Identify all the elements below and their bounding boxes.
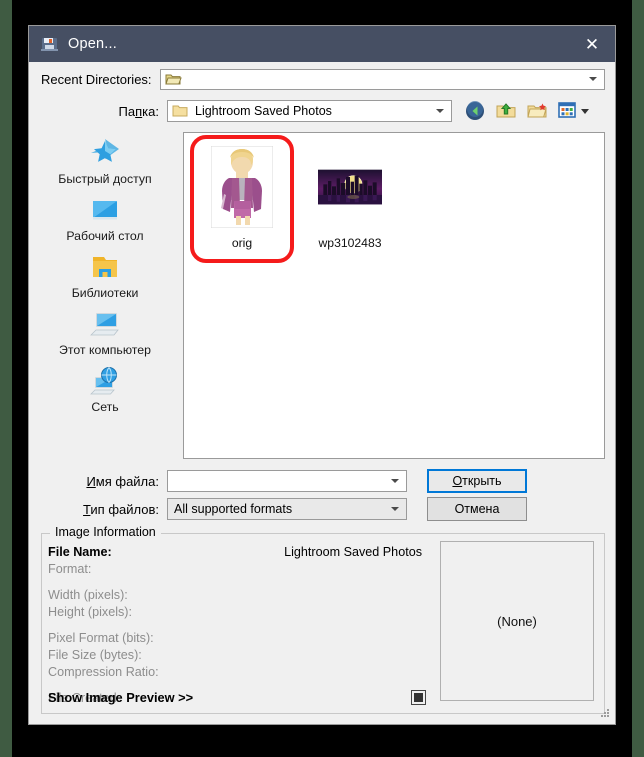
place-item-quick-access[interactable]: Быстрый доступ (46, 134, 164, 189)
info-row-height: Height (pixels): (48, 604, 132, 619)
preview-checkbox[interactable] (411, 690, 426, 705)
info-row-width: Width (pixels): (48, 587, 128, 602)
desktop-left-strip (0, 0, 12, 757)
views-grid-icon[interactable] (557, 100, 579, 122)
file-item-orig[interactable]: orig (190, 141, 294, 250)
save-disk-icon (41, 35, 59, 53)
file-items: orig wp3102483 (184, 133, 604, 258)
info-rows: File Name: Lightroom Saved Photos Format… (42, 533, 436, 713)
desktop-icon (85, 194, 125, 228)
portrait-thumbnail (210, 145, 274, 229)
places-bar: Быстрый доступ Рабочий стол Библиотеки Э… (41, 126, 169, 467)
cancel-button[interactable]: Отмена (427, 497, 527, 521)
resize-grip[interactable] (600, 709, 611, 720)
chevron-down-icon[interactable] (581, 108, 589, 114)
chevron-down-icon (436, 109, 444, 113)
place-label: Сеть (91, 400, 119, 414)
image-preview-box: (None) (440, 541, 594, 701)
preview-placeholder: (None) (497, 613, 537, 629)
filetype-label: Тип файлов: (83, 501, 159, 517)
folder-icon (172, 104, 188, 118)
info-row-format: Format: (48, 561, 92, 576)
file-label: orig (231, 236, 253, 250)
filename-row: Имя файла: Открыть (41, 467, 605, 495)
views-button[interactable] (557, 100, 589, 122)
chevron-down-icon (589, 77, 597, 81)
filename-label: Имя файла: (86, 473, 159, 489)
place-item-network[interactable]: Сеть (46, 362, 164, 417)
filetype-select[interactable]: All supported formats (167, 498, 407, 520)
info-row-compression-ratio: Compression Ratio: (48, 664, 159, 679)
place-item-libraries[interactable]: Библиотеки (46, 248, 164, 303)
network-globe-icon (85, 365, 125, 399)
libraries-folder-icon (85, 251, 125, 285)
this-pc-icon (85, 308, 125, 342)
place-label: Библиотеки (71, 286, 139, 300)
open-button[interactable]: Открыть (427, 469, 527, 493)
back-arrow-icon[interactable] (464, 100, 486, 122)
folder-value: Lightroom Saved Photos (195, 104, 332, 118)
new-folder-icon[interactable] (526, 100, 548, 122)
open-file-dialog: Open... ✕ Recent Directories: Папка: Lig… (28, 25, 616, 725)
image-information-group: Image Information File Name: Lightroom S… (41, 525, 605, 714)
dialog-body: Быстрый доступ Рабочий стол Библиотеки Э… (29, 126, 615, 467)
info-row-pixel-format: Pixel Format (bits): (48, 630, 154, 645)
close-icon[interactable]: ✕ (569, 26, 615, 62)
info-row-file-name: File Name: Lightroom Saved Photos (48, 544, 422, 559)
form-rows: Имя файла: Открыть Тип файлов: All suppo… (29, 467, 615, 531)
filetype-value: All supported formats (174, 502, 293, 516)
place-item-this-pc[interactable]: Этот компьютер (46, 305, 164, 360)
show-image-preview-label: Show Image Preview >> (48, 690, 194, 705)
folder-combo[interactable]: Lightroom Saved Photos (167, 100, 452, 122)
folder-row: Папка: Lightroom Saved Photos (29, 96, 615, 126)
place-label: Быстрый доступ (58, 172, 152, 186)
filename-input[interactable] (167, 470, 407, 492)
place-label: Рабочий стол (66, 229, 144, 243)
file-list[interactable]: orig wp3102483 (183, 132, 605, 459)
cityscape-thumbnail (318, 145, 382, 229)
place-label: Этот компьютер (59, 343, 151, 357)
screen: Open... ✕ Recent Directories: Папка: Lig… (0, 0, 644, 757)
open-folder-icon (164, 72, 182, 86)
chevron-down-icon[interactable] (391, 507, 399, 511)
file-item-wp3102483[interactable]: wp3102483 (298, 141, 402, 250)
up-folder-icon[interactable] (495, 100, 517, 122)
desktop-right-strip (632, 0, 644, 757)
folder-label: Папка: (118, 103, 159, 119)
filetype-row: Тип файлов: All supported formats Отмена (41, 495, 605, 523)
window-title: Open... (68, 36, 117, 52)
file-label: wp3102483 (318, 236, 382, 250)
place-item-desktop[interactable]: Рабочий стол (46, 191, 164, 246)
toolbar (464, 100, 589, 122)
quick-access-star-icon (85, 137, 125, 171)
show-image-preview-toggle[interactable]: Show Image Preview >> (48, 690, 426, 705)
chevron-down-icon[interactable] (391, 479, 399, 483)
recent-directories-combo[interactable] (159, 68, 605, 90)
info-row-file-size: File Size (bytes): (48, 647, 142, 662)
title-bar: Open... ✕ (29, 26, 615, 62)
recent-directories-row: Recent Directories: (29, 62, 615, 96)
recent-directories-label: Recent Directories: (41, 71, 152, 87)
